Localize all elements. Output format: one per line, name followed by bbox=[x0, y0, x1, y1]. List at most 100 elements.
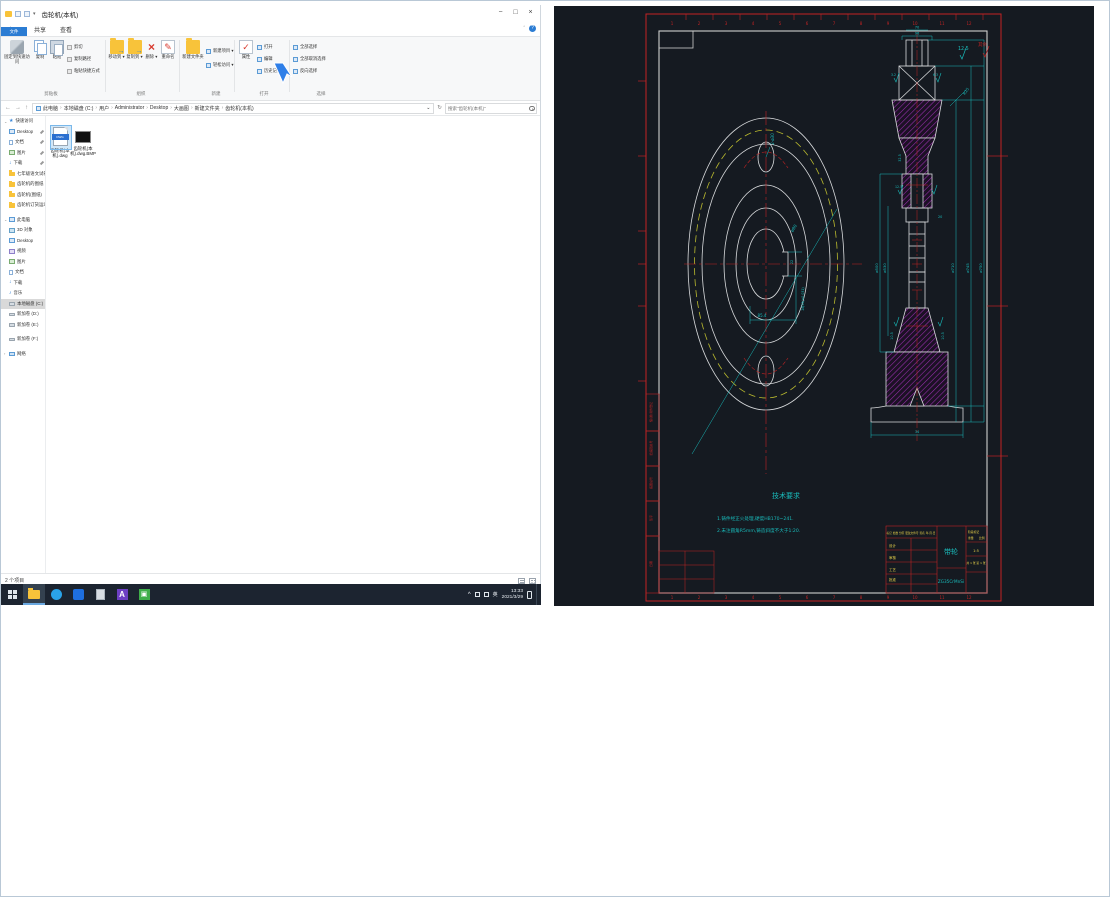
videos-icon bbox=[9, 248, 15, 254]
address-dropdown-icon[interactable]: ⌄ bbox=[426, 105, 430, 111]
details-view-icon[interactable] bbox=[518, 577, 525, 584]
notification-icon[interactable] bbox=[527, 590, 532, 599]
sidebar-item-desktop[interactable]: Desktop bbox=[1, 127, 45, 138]
start-button[interactable] bbox=[1, 584, 23, 605]
easy-access-button[interactable]: 轻松访问 ▾ bbox=[206, 63, 234, 68]
sidebar-item-documents-pc[interactable]: 文档 bbox=[1, 267, 45, 278]
breadcrumb[interactable]: 此电脑 › 本地磁盘 (C:) › 用户 › Administrator › Deskt… bbox=[32, 102, 435, 114]
network-icon[interactable] bbox=[474, 592, 480, 597]
help-icon[interactable]: ? bbox=[529, 25, 536, 32]
tab-share[interactable]: 共享 bbox=[27, 23, 53, 36]
taskbar-file-explorer[interactable] bbox=[23, 584, 45, 605]
taskbar-wps[interactable] bbox=[67, 584, 89, 605]
properties-button[interactable]: ✓ 属性 bbox=[237, 40, 255, 60]
paste-button[interactable]: 粘贴 bbox=[49, 40, 65, 60]
dimension: 34 bbox=[915, 430, 919, 434]
crumb[interactable]: 本地磁盘 (C:) bbox=[64, 105, 94, 112]
taskbar-document-app[interactable] bbox=[89, 584, 111, 605]
sidebar-item-downloads[interactable]: ↓ 下载 bbox=[1, 158, 45, 169]
sidebar-item-volume-f[interactable]: 新加卷 (F:) bbox=[1, 334, 45, 345]
new-folder-qat-icon[interactable] bbox=[24, 11, 30, 17]
qat-dropdown-icon[interactable]: ▾ bbox=[33, 11, 36, 17]
rename-button[interactable]: ✎ 重命名 bbox=[160, 40, 176, 60]
paste-shortcut-button[interactable]: 粘贴快捷方式 bbox=[67, 69, 100, 74]
volume-icon[interactable] bbox=[483, 592, 489, 597]
new-item-button[interactable]: 新建项目 ▾ bbox=[206, 49, 234, 54]
search-box[interactable] bbox=[445, 102, 537, 114]
back-icon[interactable]: ← bbox=[5, 105, 11, 111]
file-item-bmp[interactable]: 齿轮机(本机).dwg.BMP bbox=[70, 131, 96, 156]
sidebar-item-folder[interactable]: 齿轮机订货运动图 bbox=[1, 200, 45, 211]
group-label-organize: 组织 bbox=[136, 91, 146, 96]
new-folder-button[interactable]: 新建文件夹 bbox=[182, 38, 204, 60]
file-list[interactable]: DWG 齿轮机(本机).dwg 齿轮机(本机).dwg.BMP bbox=[47, 116, 540, 573]
crumb[interactable]: 用户 bbox=[99, 105, 109, 112]
crumb[interactable]: 新建文件夹 bbox=[195, 105, 220, 112]
show-desktop-button[interactable] bbox=[536, 584, 539, 605]
collapse-ribbon-icon[interactable]: ˆ bbox=[523, 26, 525, 32]
maximize-button[interactable]: □ bbox=[508, 5, 523, 21]
pin-icon bbox=[39, 129, 45, 134]
taskbar-cad[interactable]: ▣ bbox=[133, 584, 155, 605]
thumbnail-view-icon[interactable] bbox=[529, 577, 536, 584]
crumb[interactable]: 齿轮机(本机) bbox=[225, 105, 253, 112]
paste-shortcut-icon bbox=[67, 69, 72, 74]
open-button[interactable]: 打开 bbox=[257, 45, 273, 50]
sidebar-item-local-disk-c[interactable]: 本地磁盘 (C:) bbox=[1, 298, 45, 309]
up-icon[interactable]: ↑ bbox=[25, 105, 28, 111]
diameter-dimension: ø530 bbox=[882, 263, 887, 273]
sidebar-item-volume-e[interactable]: 新加卷 (E:) bbox=[1, 320, 45, 331]
sidebar-item-folder[interactable]: 齿轮机(图纸) bbox=[1, 190, 45, 201]
scale-label: 比例 bbox=[979, 536, 985, 540]
crumb[interactable]: Desktop bbox=[150, 105, 168, 111]
move-to-button[interactable]: → 移动到 ▾ bbox=[108, 38, 125, 60]
copy-path-icon bbox=[67, 57, 72, 62]
invert-selection-button[interactable]: 反向选择 bbox=[293, 69, 317, 74]
sidebar-item-this-pc[interactable]: ⌄ 此电脑 bbox=[1, 215, 45, 226]
tab-view[interactable]: 查看 bbox=[53, 23, 79, 36]
pin-to-quick-access-button[interactable]: 固定到快速访问 bbox=[4, 40, 30, 65]
search-input[interactable] bbox=[446, 103, 536, 113]
tray-chevron-icon[interactable]: ^ bbox=[468, 592, 471, 598]
minimize-button[interactable]: − bbox=[493, 5, 508, 21]
group-label-select: 选择 bbox=[316, 91, 326, 96]
sidebar-item-pictures-pc[interactable]: 图片 bbox=[1, 257, 45, 268]
sidebar-item-folder[interactable]: 七年级语文试卷中心 bbox=[1, 169, 45, 180]
sidebar-item-downloads-pc[interactable]: ↓ 下载 bbox=[1, 278, 45, 289]
sidebar-item-network[interactable]: › 网络 bbox=[1, 349, 45, 360]
system-tray: ^ 英 13:33 2021/3/29 bbox=[468, 584, 541, 605]
sidebar-item-volume-d[interactable]: 新加卷 (D:) bbox=[1, 309, 45, 320]
sidebar-item-music[interactable]: ♪ 音乐 bbox=[1, 288, 45, 299]
properties-qat-icon[interactable] bbox=[15, 11, 21, 17]
taskbar-caxa[interactable]: A bbox=[111, 584, 133, 605]
refresh-icon[interactable]: ↻ bbox=[437, 105, 442, 111]
forward-icon[interactable]: → bbox=[15, 105, 21, 111]
cut-button[interactable]: 剪切 bbox=[67, 45, 83, 50]
close-button[interactable]: × bbox=[523, 5, 538, 21]
select-none-button[interactable]: 全部取消选择 bbox=[293, 57, 326, 62]
copy-path-button[interactable]: 复制路径 bbox=[67, 57, 91, 62]
crumb[interactable]: 此电脑 bbox=[43, 105, 58, 112]
tab-file[interactable]: 文件 bbox=[1, 26, 27, 36]
crumb[interactable]: 大画图 bbox=[174, 105, 189, 112]
sidebar-item-quick-access[interactable]: ⌄ ★ 快速访问 bbox=[1, 116, 45, 127]
sidebar-item-videos[interactable]: 视频 bbox=[1, 246, 45, 257]
select-all-button[interactable]: 全部选择 bbox=[293, 45, 317, 50]
3d-objects-icon bbox=[9, 227, 15, 233]
sidebar-item-desktop-pc[interactable]: Desktop bbox=[1, 236, 45, 247]
sidebar-item-3d-objects[interactable]: 3D 对象 bbox=[1, 225, 45, 236]
copy-button[interactable]: 复制 bbox=[32, 40, 48, 60]
clock[interactable]: 13:33 2021/3/29 bbox=[502, 589, 523, 601]
sidebar-item-folder[interactable]: 齿轮机的图纸 bbox=[1, 179, 45, 190]
surface-roughness-note: 12.5 其余 bbox=[958, 41, 990, 60]
zone-numbers-bottom: 12 34 56 78 9 10 11 12 bbox=[671, 595, 972, 600]
taskbar-browser[interactable] bbox=[45, 584, 67, 605]
sidebar-item-documents[interactable]: 文档 bbox=[1, 137, 45, 148]
delete-button[interactable]: × 删除 ▾ bbox=[144, 40, 159, 60]
crumb[interactable]: Administrator bbox=[115, 105, 144, 111]
sidebar-item-pictures[interactable]: 图片 bbox=[1, 148, 45, 159]
copy-to-button[interactable]: → 复制到 ▾ bbox=[126, 38, 143, 60]
svg-text:5: 5 bbox=[779, 21, 782, 26]
ime-indicator[interactable]: 英 bbox=[493, 591, 498, 598]
svg-text:2: 2 bbox=[698, 21, 701, 26]
